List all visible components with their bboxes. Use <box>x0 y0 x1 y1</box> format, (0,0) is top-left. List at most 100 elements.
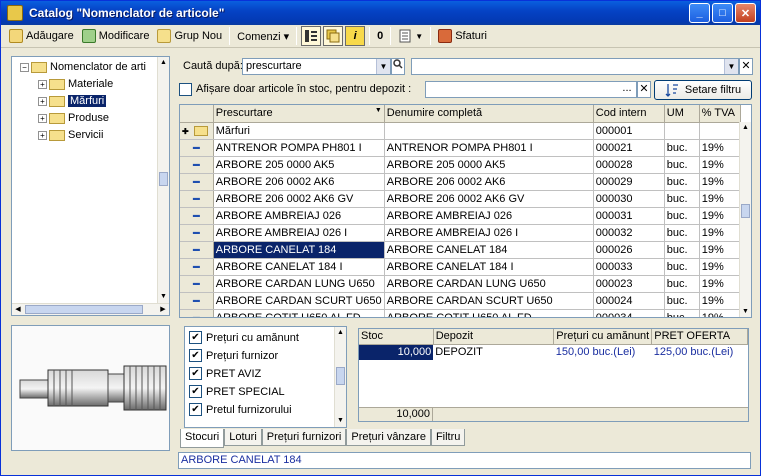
info-button[interactable]: i <box>345 26 366 46</box>
scroll-thumb[interactable] <box>159 172 168 186</box>
search-field-select[interactable]: prescurtare ▼ <box>242 58 391 75</box>
scroll-right-arrow[interactable]: ▶ <box>157 304 169 315</box>
cell-um: buc. <box>664 241 700 259</box>
table-row[interactable]: ▬ ARBORE CARDAN SCURT U650 ARBORE CARDAN S… <box>180 292 741 310</box>
tree-view-toggle[interactable] <box>301 26 322 46</box>
stock-total: 10,000 <box>359 408 433 421</box>
tree-item-produse[interactable]: + Produse <box>38 110 109 126</box>
scroll-down-arrow[interactable]: ▼ <box>335 415 346 427</box>
price-type-item[interactable]: ✔ PRET AVIZ <box>189 367 261 380</box>
scroll-up-arrow[interactable]: ▲ <box>740 122 751 134</box>
depot-clear-button[interactable]: ✕ <box>637 81 651 98</box>
price-type-item[interactable]: ✔ PRET SPECIAL <box>189 385 285 398</box>
price-type-checkbox[interactable]: ✔ <box>189 385 202 398</box>
minimize-button[interactable]: _ <box>689 3 710 23</box>
tab-stocuri[interactable]: Stocuri <box>180 429 225 448</box>
stock-grid[interactable]: Stoc Depozit Prețuri cu amănunt PRET OFE… <box>358 328 749 422</box>
group-row[interactable]: ✚ Mărfuri 000001 <box>180 122 741 140</box>
collapse-icon[interactable]: − <box>20 62 29 72</box>
price-type-checkbox[interactable]: ✔ <box>189 331 202 344</box>
price-type-item[interactable]: ✔ Pretul furnizorului <box>189 403 292 416</box>
set-filter-button[interactable]: Setare filtru <box>654 80 752 100</box>
price-type-item[interactable]: ✔ Prețuri cu amănunt <box>189 331 299 344</box>
tab-loturi[interactable]: Loturi <box>224 429 262 446</box>
scroll-up-arrow[interactable]: ▲ <box>158 57 169 69</box>
tree-item-marfuri[interactable]: + Mărfuri <box>38 93 107 109</box>
scroll-down-arrow[interactable]: ▼ <box>158 291 169 303</box>
price-type-checkbox[interactable]: ✔ <box>189 367 202 380</box>
column-header-um[interactable]: UM <box>664 105 700 123</box>
column-header-cod[interactable]: Cod intern <box>593 105 665 123</box>
table-row[interactable]: ▬ ARBORE CARDAN LUNG U650 ARBORE CARDAN LU… <box>180 275 741 293</box>
stock-row[interactable]: 10,000 DEPOZIT 150,00 buc.(Lei) 125,00 b… <box>359 344 748 360</box>
cell-cod: 000034 <box>593 309 665 317</box>
grid-vertical-scrollbar[interactable]: ▲ ▼ <box>739 122 751 317</box>
price-type-item[interactable]: ✔ Prețuri furnizor <box>189 349 278 362</box>
table-row[interactable]: ▬ ARBORE 206 0002 AK6 ARBORE 206 0002 AK6 0… <box>180 173 741 191</box>
depot-input[interactable] <box>425 81 637 98</box>
add-button[interactable]: Adăugare <box>5 26 78 46</box>
column-header-pret-oferta[interactable]: PRET OFERTA <box>651 329 748 345</box>
depot-browse-button[interactable]: ... <box>619 82 635 97</box>
attach-button[interactable]: 0 <box>373 26 387 46</box>
cell-prescurtare: ARBORE CANELAT 184 I <box>213 258 385 276</box>
expand-icon[interactable]: + <box>38 130 47 140</box>
tab-filtru[interactable]: Filtru <box>430 429 466 446</box>
tree-vertical-scrollbar[interactable]: ▲ ▼ <box>157 57 169 303</box>
scroll-up-arrow[interactable]: ▲ <box>335 327 346 339</box>
close-button[interactable]: ✕ <box>735 3 756 23</box>
column-header-pret-amanunt[interactable]: Prețuri cu amănunt <box>553 329 653 345</box>
scroll-thumb[interactable] <box>25 305 143 314</box>
price-types-list[interactable]: ▲ ▼ ✔ Prețuri cu amănunt ✔ Prețuri furnizor… <box>184 326 347 428</box>
table-row[interactable]: ▬ ARBORE AMBREIAJ 026 ARBORE AMBREIAJ 026 0… <box>180 207 741 225</box>
expand-icon[interactable]: + <box>38 79 47 89</box>
scroll-thumb[interactable] <box>336 367 345 385</box>
title-bar[interactable]: Catalog "Nomenclator de articole" _ □ ✕ <box>1 1 760 25</box>
table-row[interactable]: ▬ ARBORE COTIT U650 AL FD ARBORE COTIT U65… <box>180 309 741 317</box>
orders-menu-button[interactable]: Comenzi ▾ <box>233 26 293 46</box>
column-header-denumire[interactable]: Denumire completă <box>384 105 594 123</box>
tab-preturi-vanzare[interactable]: Prețuri vânzare <box>346 429 431 446</box>
scroll-thumb[interactable] <box>741 204 750 218</box>
tree-item-materiale[interactable]: + Materiale <box>38 76 113 92</box>
table-row[interactable]: ▬ ARBORE AMBREIAJ 026 I ARBORE AMBREIAJ 02… <box>180 224 741 242</box>
tree-root[interactable]: − Nomenclator de articole <box>20 59 146 75</box>
group-view-toggle[interactable] <box>323 26 344 46</box>
stock-only-checkbox[interactable] <box>179 83 192 96</box>
column-header-prescurtare[interactable]: Prescurtare ▼ <box>213 105 385 123</box>
articles-grid[interactable]: Prescurtare ▼ Denumire completă Cod inte… <box>179 104 752 318</box>
search-button[interactable] <box>391 58 405 75</box>
cell-tva: 19% <box>699 190 741 208</box>
tree-root-label: Nomenclator de articole <box>50 61 146 73</box>
table-row[interactable]: ▬ ARBORE 205 0000 AK5 ARBORE 205 0000 AK5 0… <box>180 156 741 174</box>
maximize-button[interactable]: □ <box>712 3 733 23</box>
table-row[interactable]: ▬ ARBORE CANELAT 184 ARBORE CANELAT 184 000… <box>180 241 741 259</box>
expand-icon[interactable]: + <box>38 113 47 123</box>
scroll-down-arrow[interactable]: ▼ <box>740 306 751 317</box>
tips-button[interactable]: Sfaturi <box>434 26 491 46</box>
category-tree[interactable]: − Nomenclator de articole + Materiale + … <box>11 56 170 316</box>
column-header-stoc[interactable]: Stoc <box>359 329 434 345</box>
print-menu-button[interactable]: ▼ <box>394 26 427 46</box>
column-header-depozit[interactable]: Depozit <box>433 329 555 345</box>
clear-search-button[interactable]: ✕ <box>739 58 753 75</box>
group-new-button[interactable]: Grup Nou <box>153 26 226 46</box>
table-row[interactable]: ▬ ANTRENOR POMPA PH801 I ANTRENOR POMPA PH… <box>180 139 741 157</box>
cell-cod: 000032 <box>593 224 665 242</box>
expand-icon[interactable]: + <box>38 96 47 106</box>
search-input[interactable]: ▼ <box>411 58 739 75</box>
price-list-scrollbar[interactable]: ▲ ▼ <box>334 327 346 427</box>
price-type-checkbox[interactable]: ✔ <box>189 403 202 416</box>
tab-preturi-furnizori[interactable]: Prețuri furnizori <box>261 429 347 446</box>
tree-item-servicii[interactable]: + Servicii <box>38 127 103 143</box>
chevron-down-icon[interactable]: ▼ <box>376 59 390 74</box>
chevron-down-icon[interactable]: ▼ <box>724 59 738 74</box>
modify-button[interactable]: Modificare <box>78 26 154 46</box>
column-header-tva[interactable]: % TVA <box>699 105 741 123</box>
price-type-checkbox[interactable]: ✔ <box>189 349 202 362</box>
cell-denumire: ANTRENOR POMPA PH801 I <box>384 139 594 157</box>
table-row[interactable]: ▬ ARBORE 206 0002 AK6 GV ARBORE 206 0002 A… <box>180 190 741 208</box>
scroll-left-arrow[interactable]: ◀ <box>12 304 24 315</box>
table-row[interactable]: ▬ ARBORE CANELAT 184 I ARBORE CANELAT 184 … <box>180 258 741 276</box>
tree-horizontal-scrollbar[interactable]: ◀ ▶ <box>12 303 169 315</box>
